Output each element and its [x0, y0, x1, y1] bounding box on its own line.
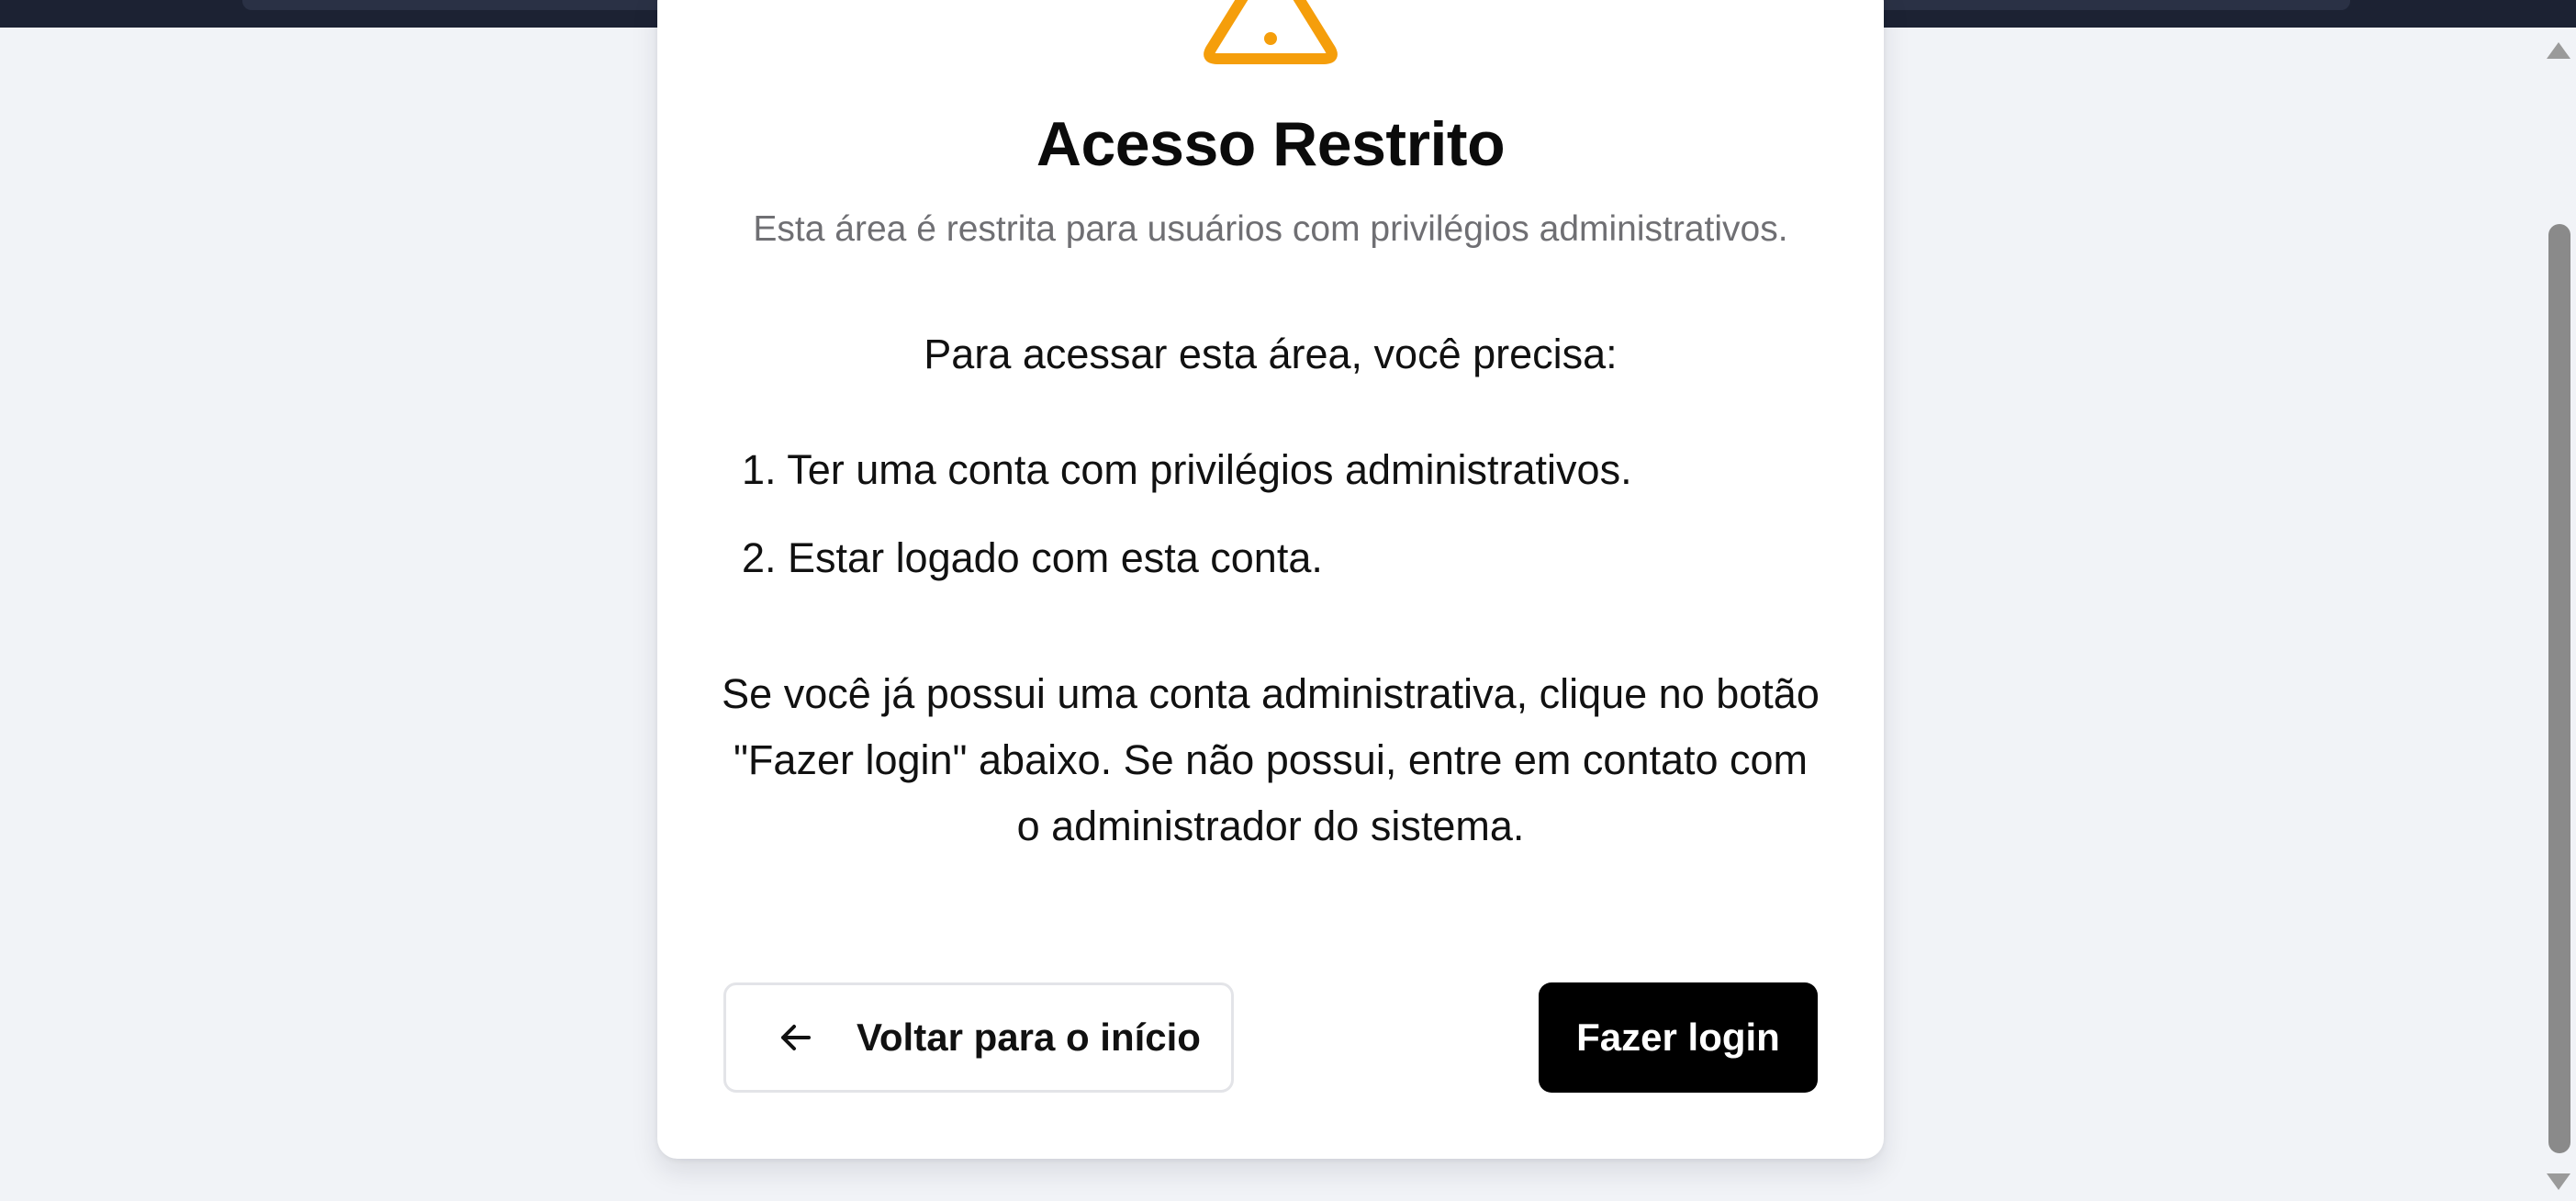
scrollbar-thumb[interactable] [2548, 224, 2570, 1153]
back-button-label: Voltar para o início [857, 1016, 1201, 1059]
back-to-home-button[interactable]: Voltar para o início [723, 982, 1234, 1093]
help-text: Se você já possui uma conta administrati… [722, 670, 1820, 849]
arrow-left-icon [781, 1025, 811, 1050]
requirements-list: 1. Ter uma conta com privilégios adminis… [742, 441, 1843, 617]
page-title: Acesso Restrito [1036, 109, 1506, 179]
page-subtitle: Esta área é restrita para usuários com p… [753, 209, 1788, 249]
restricted-access-card: Acesso Restrito Esta área é restrita par… [657, 0, 1884, 1159]
list-item: 2. Estar logado com esta conta. [742, 534, 1323, 581]
list-item: 1. Ter uma conta com privilégios adminis… [742, 446, 1632, 493]
login-button-label: Fazer login [1576, 1016, 1780, 1059]
warning-icon [1204, 0, 1338, 64]
requirements-intro: Para acessar esta área, você precisa: [924, 331, 1618, 377]
scroll-down-arrow-icon[interactable] [2547, 1173, 2570, 1190]
scroll-up-arrow-icon[interactable] [2547, 42, 2570, 59]
login-button[interactable]: Fazer login [1539, 982, 1818, 1093]
